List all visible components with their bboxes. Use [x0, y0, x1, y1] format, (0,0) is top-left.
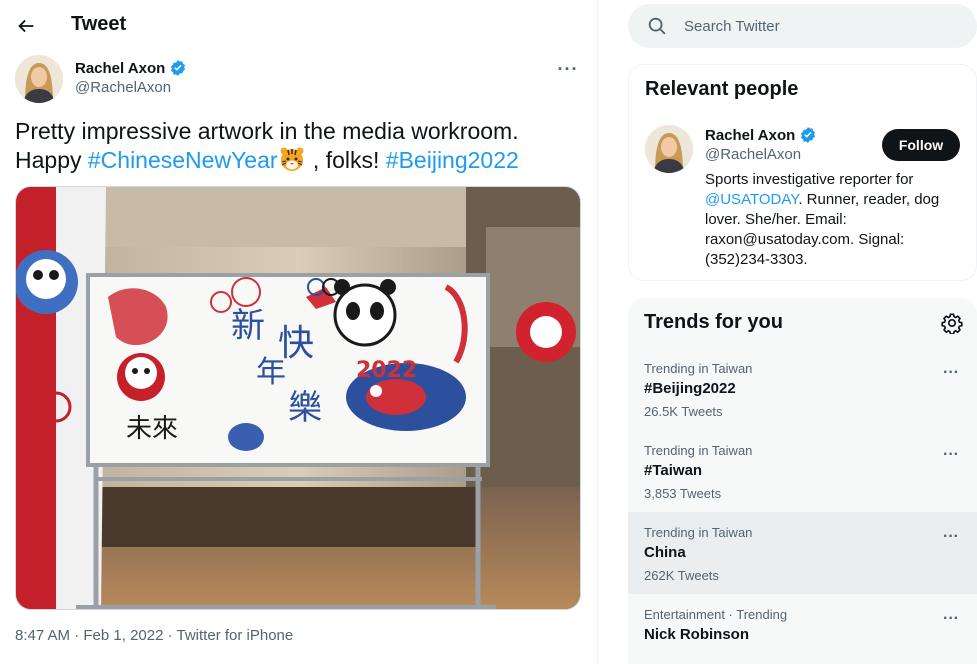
arrow-left-icon — [18, 19, 34, 33]
tweet-source[interactable]: Twitter for iPhone — [177, 627, 294, 644]
relevant-person-avatar[interactable] — [645, 125, 693, 173]
tweet-text-happy: Happy — [15, 147, 88, 173]
right-sidebar: Relevant people Rachel Axon @RachelAxon … — [614, 0, 977, 664]
relevant-person-name-text: Rachel Axon — [705, 126, 796, 144]
gear-icon[interactable] — [941, 312, 963, 334]
trend-more-button[interactable]: ··· — [937, 444, 965, 466]
trend-context: Trending in Taiwan — [644, 525, 753, 540]
tiger-face-icon — [280, 147, 304, 171]
trend-item[interactable]: Trending in Taiwan China 262K Tweets ··· — [628, 512, 977, 594]
relevant-person-handle: @RachelAxon — [705, 146, 802, 163]
trend-item[interactable]: Trending in Taiwan #Beijing2022 26.5K Tw… — [628, 348, 977, 430]
verified-badge-icon — [171, 60, 186, 76]
search-icon — [648, 17, 666, 35]
svg-text:2022: 2022 — [356, 358, 417, 383]
trends-title: Trends for you — [644, 311, 783, 333]
author-avatar[interactable] — [15, 55, 63, 103]
svg-text:未來: 未來 — [126, 414, 178, 444]
meta-separator: · — [163, 627, 177, 644]
trend-context: Entertainment · Trending — [644, 607, 788, 622]
trend-count: 262K Tweets — [644, 568, 719, 583]
hashtag-beijing-2022[interactable]: #Beijing2022 — [386, 147, 519, 173]
verified-badge-icon — [801, 127, 816, 143]
meta-separator: · — [70, 627, 84, 644]
relevant-people-card: Relevant people Rachel Axon @RachelAxon … — [628, 64, 977, 281]
tweet-author: Rachel Axon @RachelAxon ··· — [15, 55, 585, 105]
search-bar[interactable] — [628, 4, 977, 48]
more-options-button[interactable]: ··· — [551, 57, 585, 81]
trend-context: Trending in Taiwan — [644, 361, 753, 376]
page-title: Tweet — [71, 13, 127, 35]
tweet-text-line1: Pretty impressive artwork in the media w… — [15, 118, 519, 144]
main-column: Tweet Rachel Axon @RachelAxon ··· Pretty… — [0, 0, 598, 664]
relevant-person-name[interactable]: Rachel Axon — [705, 126, 817, 144]
author-handle: @RachelAxon — [75, 79, 172, 96]
search-input[interactable] — [684, 4, 964, 48]
author-name-text: Rachel Axon — [75, 59, 166, 77]
back-button[interactable] — [10, 10, 42, 42]
whiteboard-artwork-photo: 未來 新 年 快 樂 2022 — [16, 187, 580, 609]
trends-card: Trends for you Trending in Taiwan #Beiji… — [628, 298, 977, 664]
tweet-header: Tweet — [0, 0, 597, 52]
tweet-text-folks: , folks! — [306, 147, 386, 173]
tweet-time[interactable]: 8:47 AM — [15, 627, 70, 644]
trend-context: Trending in Taiwan — [644, 443, 753, 458]
relevant-people-title: Relevant people — [645, 78, 799, 100]
follow-button[interactable]: Follow — [882, 129, 960, 161]
trend-item[interactable]: Trending in Taiwan #Taiwan 3,853 Tweets … — [628, 430, 977, 512]
tweet-meta: 8:47 AM · Feb 1, 2022 · Twitter for iPho… — [15, 627, 293, 644]
svg-text:樂: 樂 — [288, 388, 322, 428]
tweet-photo[interactable]: 未來 新 年 快 樂 2022 — [15, 186, 581, 610]
trend-more-button[interactable]: ··· — [937, 362, 965, 384]
trend-count: 3,853 Tweets — [644, 486, 722, 501]
bio-mention-usatoday[interactable]: @USATODAY — [705, 191, 798, 208]
author-name[interactable]: Rachel Axon — [75, 59, 187, 77]
trend-count: 26.5K Tweets — [644, 404, 723, 419]
tweet-date[interactable]: Feb 1, 2022 — [83, 627, 163, 644]
relevant-person-bio: Sports investigative reporter for @USATO… — [705, 170, 965, 270]
trend-more-button[interactable]: ··· — [937, 526, 965, 548]
hashtag-chinese-new-year[interactable]: #ChineseNewYear — [88, 147, 278, 173]
trend-name: #Taiwan — [644, 462, 703, 479]
trend-name: Nick Robinson — [644, 626, 750, 643]
svg-text:新: 新 — [231, 306, 265, 346]
trend-name: #Beijing2022 — [644, 380, 736, 397]
trend-more-button[interactable]: ··· — [937, 608, 965, 630]
trend-item[interactable]: Entertainment · Trending Nick Robinson ·… — [628, 594, 977, 664]
trend-name: China — [644, 544, 686, 561]
bio-prefix: Sports investigative reporter for — [705, 171, 914, 188]
svg-text:快: 快 — [278, 323, 314, 364]
tweet-text: Pretty impressive artwork in the media w… — [15, 117, 585, 175]
